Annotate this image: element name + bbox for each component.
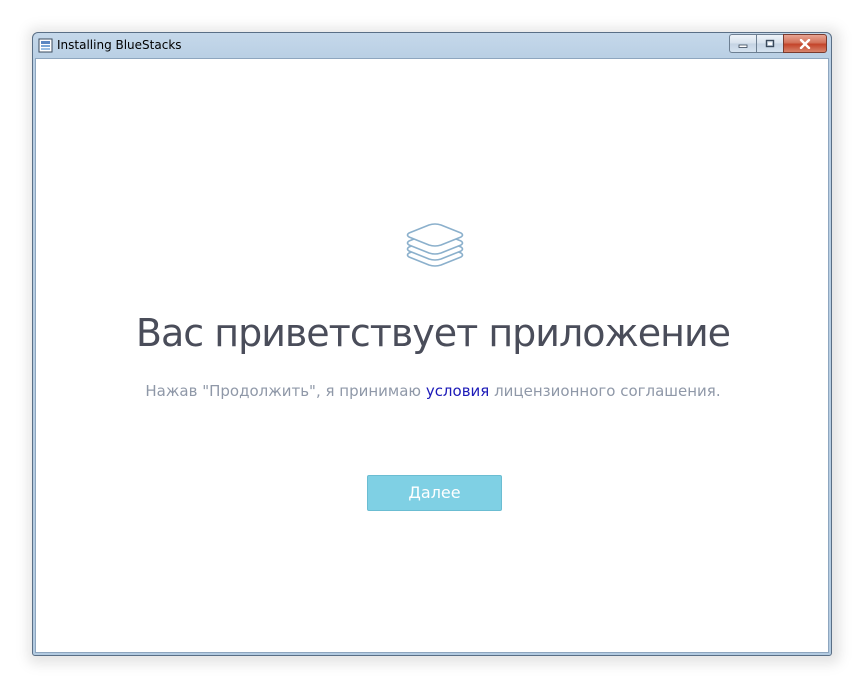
app-icon[interactable]: [38, 38, 53, 53]
license-terms-link[interactable]: условия: [426, 382, 490, 400]
license-text-before: Нажав "Продолжить", я принимаю: [145, 382, 426, 400]
license-agreement-text: Нажав "Продолжить", я принимаю условия л…: [36, 382, 830, 400]
stacked-layers-icon: [406, 223, 464, 267]
desktop: Installing BlueStacks Вас приветствует п…: [0, 0, 864, 687]
close-icon: [799, 38, 811, 49]
next-button[interactable]: Далее: [367, 475, 502, 511]
close-button[interactable]: [783, 34, 827, 53]
window-controls: [729, 34, 827, 53]
maximize-icon: [765, 39, 775, 48]
maximize-button[interactable]: [756, 34, 783, 53]
installer-content: Вас приветствует приложение Нажав "Продо…: [35, 58, 829, 653]
minimize-button[interactable]: [729, 34, 756, 53]
installer-window: Installing BlueStacks Вас приветствует п…: [32, 32, 832, 656]
title-bar[interactable]: Installing BlueStacks: [33, 33, 831, 59]
welcome-heading: Вас приветствует приложение: [135, 311, 731, 355]
license-text-after: лицензионного соглашения.: [489, 382, 721, 400]
window-title: Installing BlueStacks: [57, 38, 182, 52]
minimize-icon: [738, 44, 748, 48]
